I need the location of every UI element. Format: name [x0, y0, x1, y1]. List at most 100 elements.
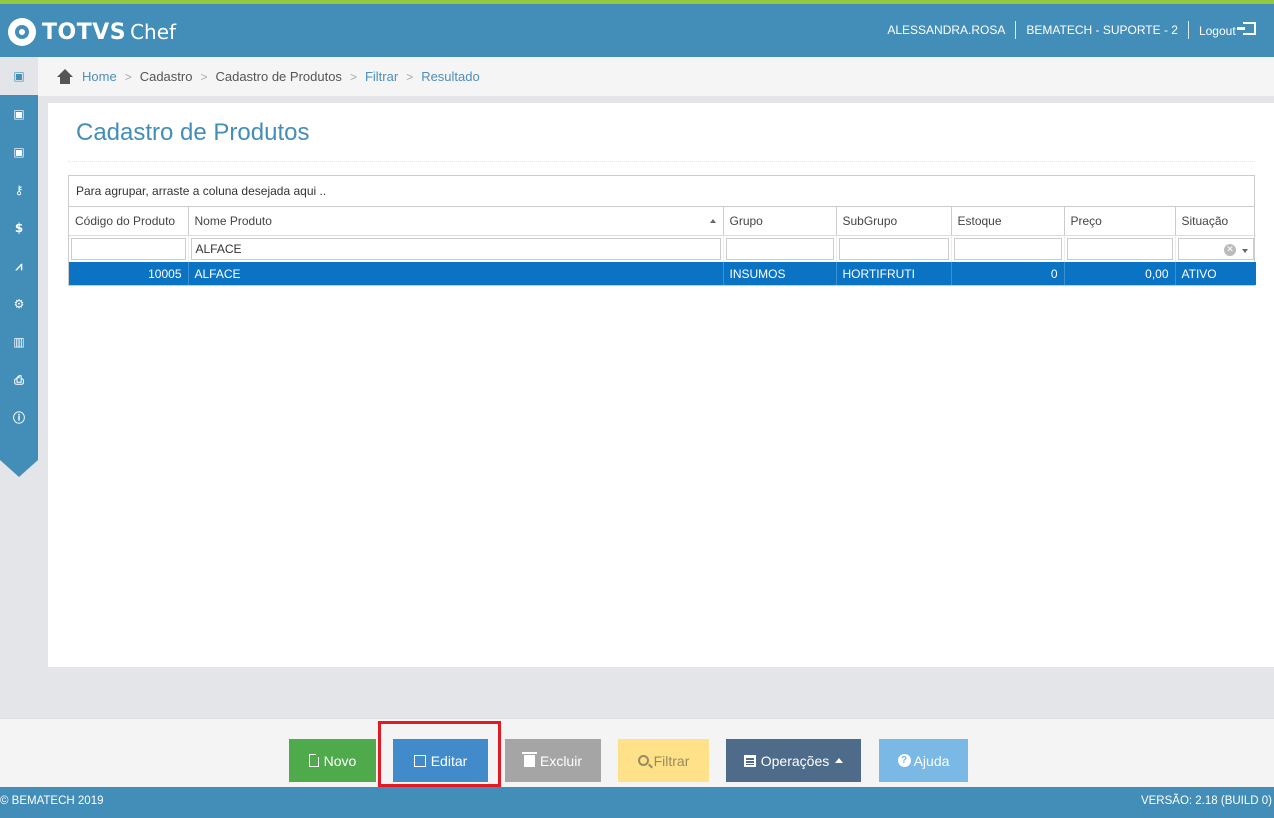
- editar-highlight-box: [378, 721, 501, 787]
- clear-icon[interactable]: ✕: [1224, 243, 1236, 256]
- column-header-nome-label: Nome Produto: [194, 213, 272, 228]
- column-header-preco[interactable]: Preço: [1064, 207, 1176, 236]
- group-panel[interactable]: Para agrupar, arraste a coluna desejada …: [69, 176, 1254, 207]
- divider: [1187, 21, 1189, 39]
- filtrar-label: Filtrar: [653, 752, 690, 769]
- print-icon: ⎙: [14, 373, 24, 387]
- filter-codigo-input[interactable]: [71, 237, 186, 260]
- barcode-icon: ▥: [13, 335, 25, 349]
- sidebar-item-10[interactable]: ⓘ: [0, 399, 38, 437]
- sidebar-item-6[interactable]: ⩘: [0, 247, 38, 285]
- sidebar-collapse-toggle[interactable]: [0, 460, 38, 477]
- action-toolbar: Novo Editar Excluir Filtrar Operações ? A…: [0, 718, 1274, 787]
- info-icon: ⓘ: [13, 411, 26, 425]
- main-content: Cadastro de Produtos Para agrupar, arras…: [48, 103, 1274, 667]
- breadcrumb-filtrar[interactable]: Filtrar: [365, 69, 398, 84]
- brand-name: TOTVS: [42, 19, 127, 45]
- table-row[interactable]: 10005 ALFACE INSUMOS HORTIFRUTI 0 0,00 A…: [69, 262, 1256, 285]
- column-header-situacao[interactable]: Situação: [1175, 207, 1256, 236]
- app-header: TOTVS Chef ALESSANDRA.ROSA BEMATECH - SU…: [0, 4, 1274, 57]
- breadcrumb-cadastro: Cadastro: [139, 69, 193, 84]
- app-footer: © BEMATECH 2019 VERSÃO: 2.18 (BUILD 0): [0, 787, 1274, 818]
- column-header-codigo[interactable]: Código do Produto: [69, 207, 189, 236]
- contact-card-icon: ▣: [13, 107, 25, 121]
- filter-grupo-input[interactable]: [725, 237, 834, 260]
- breadcrumb-separator: >: [406, 69, 414, 84]
- chart-icon: ⩘: [15, 259, 23, 273]
- novo-label: Novo: [323, 752, 357, 769]
- column-header-subgrupo[interactable]: SubGrupo: [836, 207, 952, 236]
- breadcrumb-separator: >: [200, 69, 208, 84]
- column-header-grupo[interactable]: Grupo: [723, 207, 837, 236]
- user-area: ALESSANDRA.ROSA BEMATECH - SUPORTE - 2 L…: [887, 21, 1256, 39]
- ajuda-button[interactable]: ? Ajuda: [879, 739, 968, 782]
- ajuda-label: Ajuda: [913, 752, 950, 769]
- breadcrumb-cadastro-produtos: Cadastro de Produtos: [215, 69, 342, 84]
- contact-card-icon: ▣: [13, 69, 25, 83]
- cell-grupo: INSUMOS: [723, 262, 837, 285]
- chevron-down-icon[interactable]: [1242, 248, 1248, 253]
- breadcrumb-resultado[interactable]: Resultado: [421, 69, 480, 84]
- username[interactable]: ALESSANDRA.ROSA: [887, 23, 1005, 37]
- breadcrumb: Home > Cadastro > Cadastro de Produtos >…: [38, 57, 1274, 97]
- logout-link[interactable]: Logout: [1199, 22, 1256, 38]
- filter-nome-input[interactable]: ALFACE: [190, 237, 721, 260]
- sidebar-item-8[interactable]: ▥: [0, 323, 38, 361]
- sort-ascending-icon: [709, 219, 716, 223]
- cell-codigo: 10005: [69, 262, 189, 285]
- sidebar-item-cadastro[interactable]: ▣: [0, 57, 38, 95]
- filtrar-button[interactable]: Filtrar: [618, 739, 709, 782]
- filter-situacao-select[interactable]: ✕: [1177, 237, 1254, 260]
- totvs-chef-logo[interactable]: TOTVS Chef: [8, 18, 176, 46]
- cell-situacao: ATIVO: [1175, 262, 1256, 285]
- money-icon: $: [14, 221, 24, 235]
- home-icon[interactable]: [56, 68, 74, 85]
- brand-suffix: Chef: [130, 20, 177, 44]
- totvs-logo-icon: [8, 18, 36, 46]
- gear-icon: ⚙: [13, 297, 25, 311]
- header-row: Código do Produto Nome Produto Grupo Sub…: [69, 207, 1256, 236]
- excluir-label: Excluir: [539, 752, 582, 769]
- logout-label: Logout: [1198, 24, 1236, 38]
- copyright: © BEMATECH 2019: [0, 795, 104, 807]
- filter-subgrupo-input[interactable]: [838, 237, 949, 260]
- sidebar: ▣ ▣ ▣ ⚷ $ ⩘ ⚙ ▥ ⎙ ⓘ: [0, 57, 38, 787]
- help-icon: ?: [897, 754, 911, 767]
- cell-estoque: 0: [951, 262, 1065, 285]
- operacoes-label: Operações: [760, 752, 830, 769]
- sidebar-item-7[interactable]: ⚙: [0, 285, 38, 323]
- novo-button[interactable]: Novo: [289, 739, 376, 782]
- sidebar-item-9[interactable]: ⎙: [0, 361, 38, 399]
- trash-icon: [521, 751, 537, 767]
- company-name[interactable]: BEMATECH - SUPORTE - 2: [1026, 23, 1178, 37]
- column-header-estoque[interactable]: Estoque: [951, 207, 1065, 236]
- title-divider: [68, 161, 1255, 162]
- divider: [1015, 21, 1017, 39]
- sidebar-item-2[interactable]: ▣: [0, 95, 38, 133]
- sidebar-item-3[interactable]: ▣: [0, 133, 38, 171]
- sidebar-item-4[interactable]: ⚷: [0, 171, 38, 209]
- logout-icon: [1237, 22, 1256, 35]
- version-info: VERSÃO: 2.18 (BUILD 0): [1140, 795, 1272, 807]
- products-table: Código do Produto Nome Produto Grupo Sub…: [69, 207, 1256, 285]
- breadcrumb-separator: >: [124, 69, 132, 84]
- breadcrumb-separator: >: [349, 69, 357, 84]
- caret-up-icon: [835, 758, 844, 763]
- column-header-nome[interactable]: Nome Produto: [188, 207, 724, 236]
- filter-estoque-input[interactable]: [953, 237, 1062, 260]
- cell-preco: 0,00: [1064, 262, 1176, 285]
- sidebar-item-5[interactable]: $: [0, 209, 38, 247]
- products-grid: Para agrupar, arraste a coluna desejada …: [68, 175, 1256, 286]
- key-icon: ⚷: [14, 183, 24, 197]
- filter-preco-input[interactable]: [1066, 237, 1173, 260]
- page-title: Cadastro de Produtos: [76, 119, 310, 146]
- operacoes-dropdown-button[interactable]: Operações: [726, 739, 861, 782]
- breadcrumb-home[interactable]: Home: [82, 69, 117, 84]
- new-document-icon: [308, 753, 320, 767]
- cell-nome: ALFACE: [188, 262, 724, 285]
- cell-subgrupo: HORTIFRUTI: [836, 262, 952, 285]
- contact-card-icon: ▣: [13, 145, 25, 159]
- filter-row: ALFACE ✕: [69, 235, 1256, 262]
- search-icon: [637, 755, 649, 766]
- excluir-button[interactable]: Excluir: [505, 739, 601, 782]
